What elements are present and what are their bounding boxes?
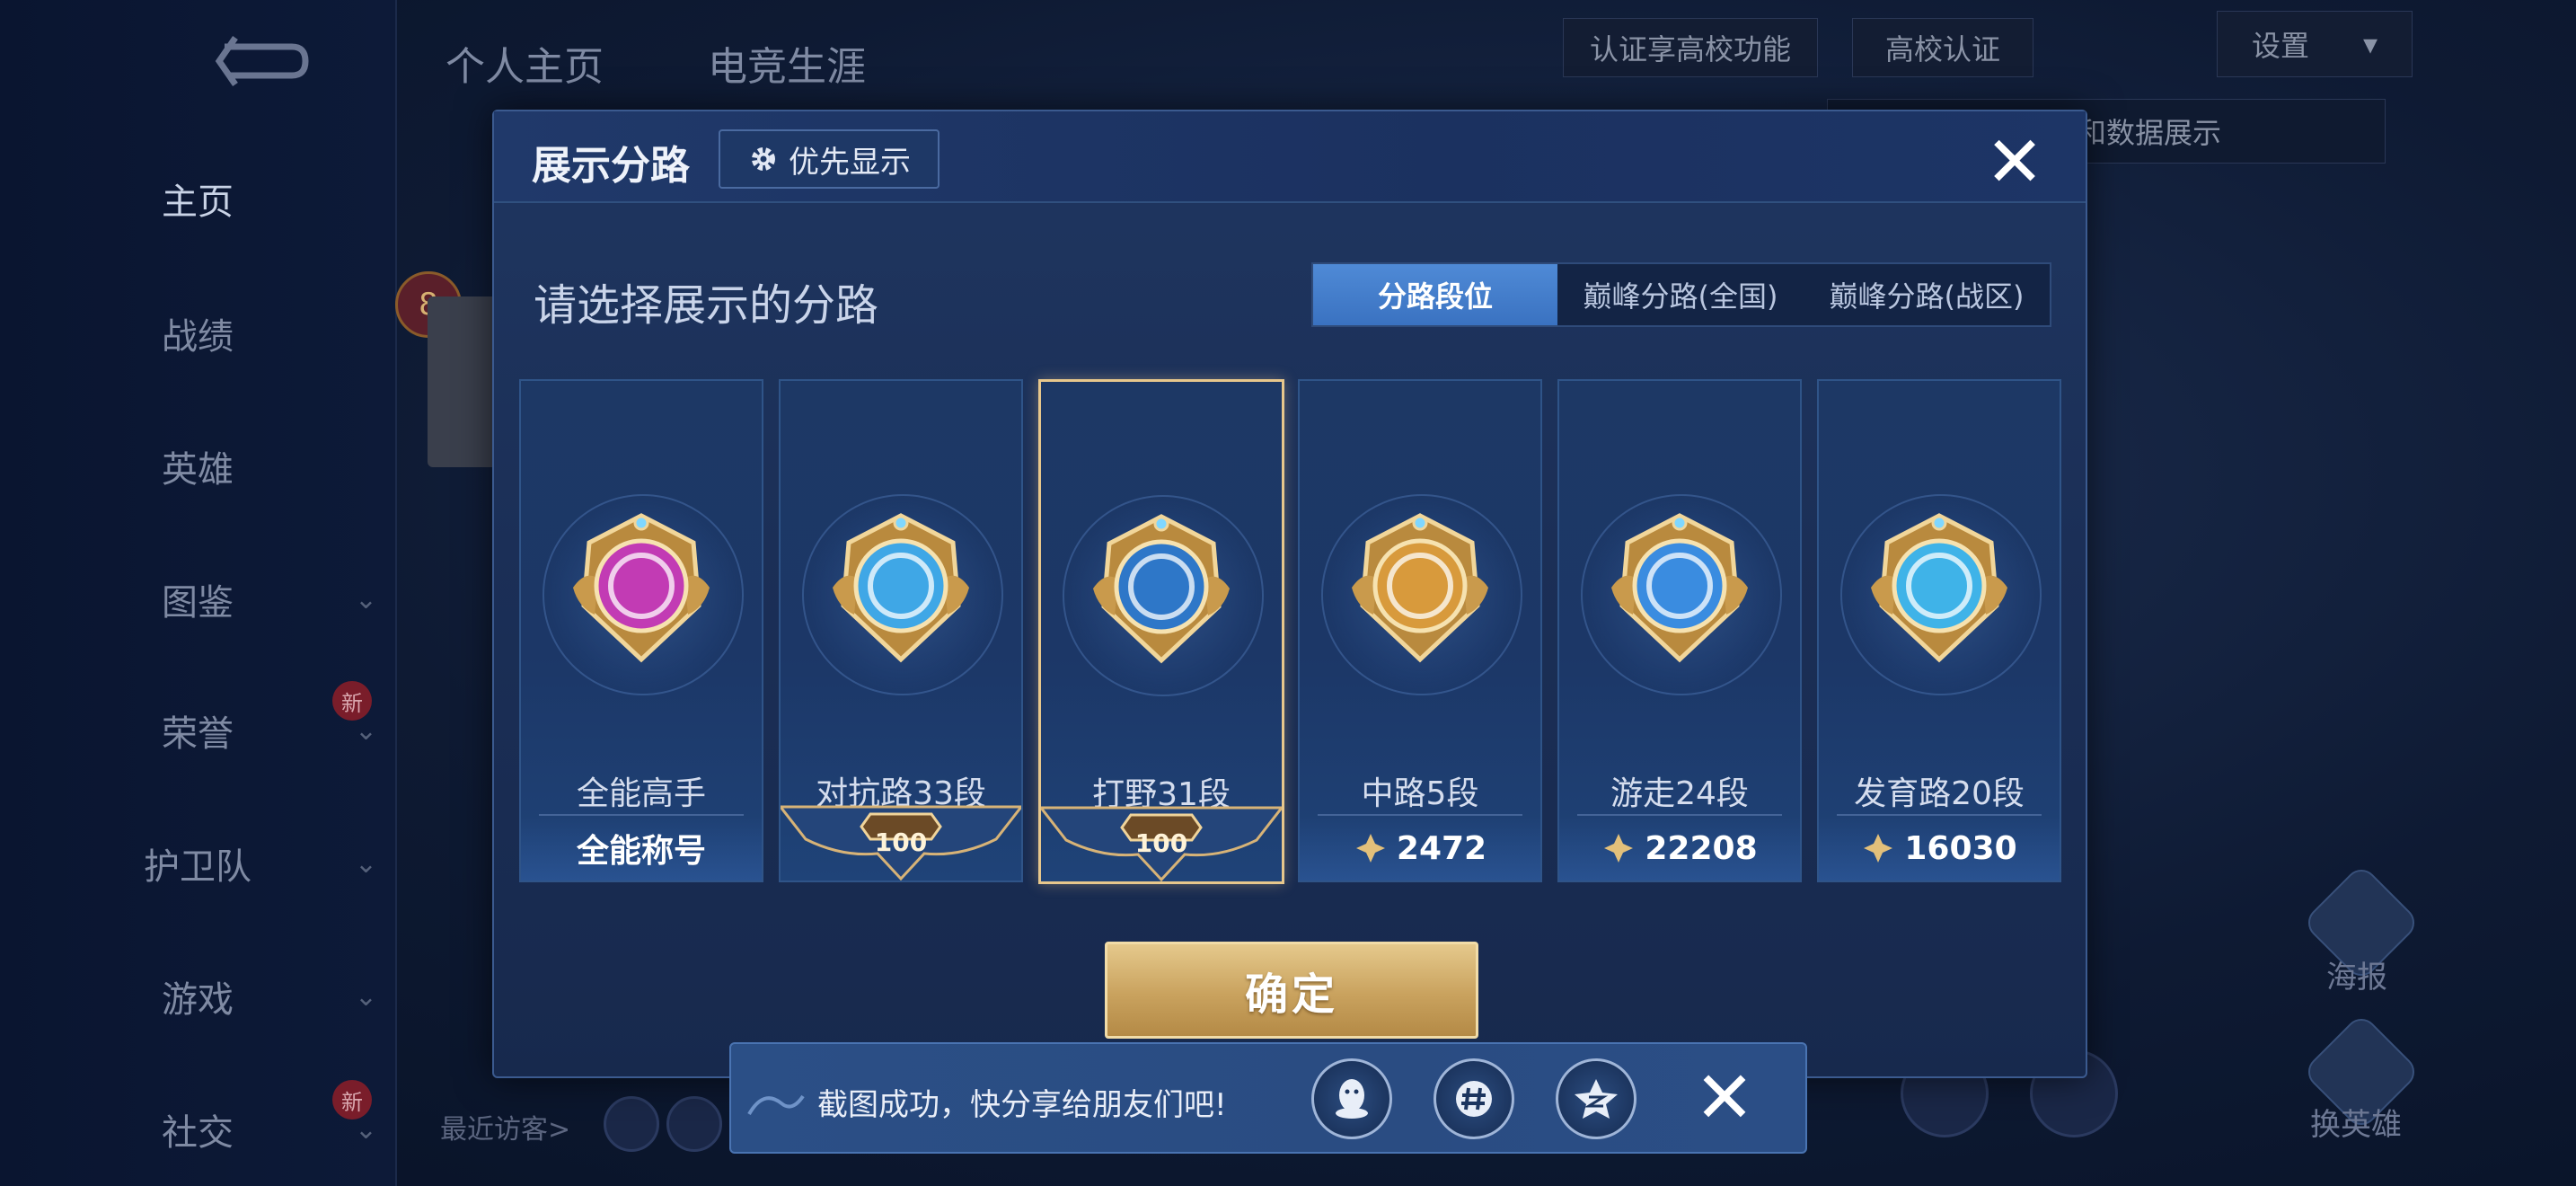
rank-badge-icon [1352, 513, 1488, 663]
sidebar-item-label: 图鉴 [162, 582, 234, 624]
peak-points-icon [1864, 834, 1893, 863]
settings-label: 设置 [2251, 29, 2309, 63]
campus-auth-button[interactable]: 高校认证 [1852, 18, 2033, 77]
lane-type-tabs: 分路段位 巅峰分路(全国) 巅峰分路(战区) [1311, 262, 2051, 327]
sidebar-item-label: 荣誉 [162, 713, 234, 755]
tab-lane-rank[interactable]: 分路段位 [1313, 264, 1557, 325]
new-badge: 新 [332, 1080, 372, 1120]
close-icon[interactable]: ✕ [1983, 128, 2046, 198]
sidebar-item[interactable]: 荣誉 ⌄ 新 [0, 681, 395, 771]
rank-badge-icon [833, 513, 969, 663]
crest-value: 100 [874, 828, 928, 857]
new-badge: 新 [332, 681, 372, 721]
lane-card-name: 游走24段 [1610, 775, 1749, 812]
rank-badge-icon [1093, 514, 1230, 664]
sidebar-item[interactable]: 主页 [0, 158, 395, 239]
lane-card-value: 2472 [1300, 816, 1540, 881]
modal-header: 展示分路 优先显示 ✕ [494, 111, 2086, 203]
toast-message: 截图成功，快分享给朋友们吧! [817, 1087, 1227, 1123]
tab-esports-career[interactable]: 电竞生涯 [708, 34, 866, 92]
sidebar-item[interactable]: 英雄 [0, 426, 395, 507]
gear-icon [752, 147, 775, 171]
qq-penguin-glyph [1336, 1079, 1368, 1119]
visitor-avatar[interactable] [666, 1096, 722, 1152]
sidebar-item[interactable]: 护卫队 ⌄ [0, 823, 395, 904]
sidebar-item-label: 英雄 [162, 449, 234, 491]
lane-card-list: 全能高手 全能称号 对抗路33段 100 打野31段 100 中路5段 2472 游走24段 22… [519, 379, 2073, 884]
tab-peak-region[interactable]: 巅峰分路(战区) [1804, 264, 2050, 325]
confirm-button[interactable]: 确定 [1105, 942, 1478, 1039]
chevron-down-icon: ⌄ [354, 980, 377, 1013]
lane-card-value-text: 16030 [1904, 829, 2017, 867]
settings-button[interactable]: 设置 ▾ [2217, 11, 2413, 77]
screenshot-share-toast: 截图成功，快分享给朋友们吧! ✕ [729, 1042, 1807, 1154]
switch-hero-label: 换英雄 [2310, 1107, 2402, 1143]
lane-card[interactable]: 发育路20段 16030 [1817, 379, 2061, 882]
chevron-down-icon: ▾ [2362, 27, 2378, 61]
modal-subtitle: 请选择展示的分路 [534, 280, 879, 331]
auth-hint: 认证享高校功能 [1563, 18, 1818, 77]
lane-card-value: 全能称号 [521, 816, 762, 881]
rank-badge-icon [1871, 513, 2007, 663]
crest-value: 100 [1134, 828, 1188, 858]
lane-card[interactable]: 对抗路33段 100 [779, 379, 1023, 882]
sidebar-item-label: 游戏 [162, 979, 234, 1021]
sidebar-item[interactable]: 图鉴 ⌄ [0, 559, 395, 640]
visitor-avatar[interactable] [604, 1096, 659, 1152]
tab-peak-national[interactable]: 巅峰分路(全国) [1557, 264, 1804, 325]
cloud-swirl-icon [747, 1094, 805, 1116]
priority-display-label: 优先显示 [789, 144, 911, 181]
lane-card[interactable]: 游走24段 22208 [1557, 379, 1802, 882]
poster-label: 海报 [2326, 960, 2387, 996]
lane-card-name: 发育路20段 [1854, 775, 2025, 812]
sidebar-item-label: 战绩 [162, 316, 234, 358]
lane-card[interactable]: 中路5段 2472 [1298, 379, 1542, 882]
sidebar-item-label: 护卫队 [144, 846, 251, 888]
lane-card-value-text: 2472 [1396, 829, 1487, 867]
toast-close-icon[interactable]: ✕ [1687, 1060, 1762, 1136]
back-icon[interactable] [207, 34, 314, 88]
lane-card-value: 22208 [1559, 816, 1800, 881]
lane-card-value-text: 22208 [1645, 829, 1758, 867]
sidebar-item-label: 社交 [162, 1112, 234, 1154]
priority-display-button[interactable]: 优先显示 [719, 129, 940, 189]
lane-card-value: 16030 [1819, 816, 2060, 881]
peak-points-icon [1355, 834, 1385, 863]
rank-badge-icon [1611, 513, 1748, 663]
lane-card-value-text: 全能称号 [576, 833, 706, 870]
qq-icon[interactable] [1311, 1058, 1392, 1139]
lane-card[interactable]: 全能高手 全能称号 [519, 379, 763, 882]
sidebar-item-label: 主页 [162, 181, 234, 223]
lane-display-modal: 展示分路 优先显示 ✕ 请选择展示的分路 分路段位 巅峰分路(全国) 巅峰分路(… [492, 110, 2087, 1078]
wechat-moments-icon[interactable] [1434, 1058, 1514, 1139]
chevron-down-icon: ⌄ [354, 583, 377, 615]
sidebar-item[interactable]: 社交 ⌄ 新 [0, 1080, 395, 1170]
chevron-down-icon: ⌄ [354, 847, 377, 880]
lane-card-name: 全能高手 [576, 775, 706, 812]
sidebar-item[interactable]: 游戏 ⌄ [0, 956, 395, 1037]
sidebar: 主页 战绩 英雄 图鉴 ⌄ 荣誉 ⌄ 新护卫队 ⌄ 游戏 ⌄ 社交 ⌄ 新 [0, 0, 397, 1186]
qzone-icon[interactable] [1556, 1058, 1636, 1139]
sidebar-item[interactable]: 战绩 [0, 293, 395, 374]
rank-badge-icon [573, 513, 710, 663]
modal-title: 展示分路 [532, 143, 690, 189]
recent-visitors-link[interactable]: 最近访客> [440, 1107, 570, 1146]
hashtag-glyph [1456, 1081, 1492, 1117]
star-glyph [1575, 1079, 1618, 1119]
lane-card[interactable]: 打野31段 100 [1038, 379, 1284, 884]
tab-personal-home[interactable]: 个人主页 [446, 34, 604, 92]
peak-points-icon [1604, 834, 1634, 863]
lane-card-name: 中路5段 [1361, 775, 1479, 812]
